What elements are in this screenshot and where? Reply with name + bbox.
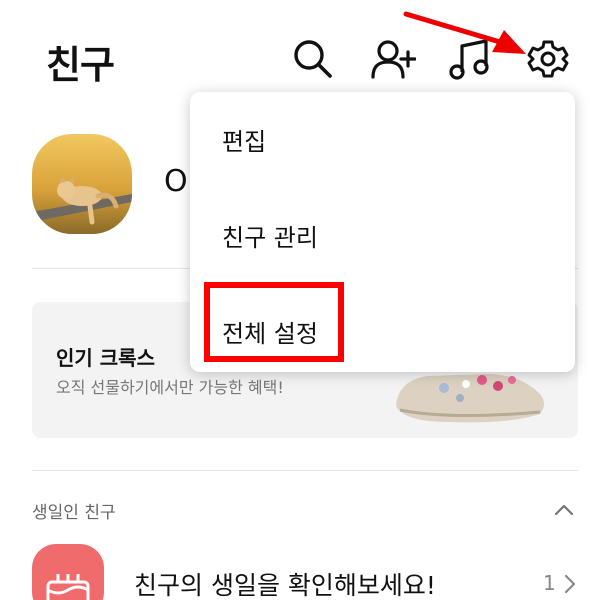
profile-name: O [164, 164, 188, 199]
menu-item-edit[interactable]: 편집 [222, 122, 266, 157]
highlight-box [204, 282, 344, 362]
settings-icon[interactable] [525, 36, 571, 82]
birthday-row-text: 친구의 생일을 확인해보세요! [134, 571, 436, 600]
divider [32, 470, 578, 471]
birthday-row[interactable]: 친구의 생일을 확인해보세요! 1 [0, 540, 600, 600]
menu-item-manage-friends[interactable]: 친구 관리 [222, 218, 318, 253]
search-icon[interactable] [290, 36, 336, 82]
banner-subtitle: 오직 선물하기에서만 가능한 혜택! [56, 378, 284, 397]
birthday-cake-icon [32, 544, 104, 600]
banner-title: 인기 크록스 [56, 346, 155, 370]
annotation-arrow [400, 4, 530, 60]
chevron-up-icon[interactable] [552, 498, 576, 522]
page-title: 친구 [46, 43, 115, 87]
profile-avatar[interactable] [32, 134, 132, 234]
birthday-count: 1 [543, 571, 556, 595]
birthday-section-label: 생일인 친구 [32, 503, 116, 523]
settings-dropdown-menu: 편집 친구 관리 전체 설정 [190, 92, 575, 372]
chevron-right-icon[interactable] [562, 572, 578, 596]
